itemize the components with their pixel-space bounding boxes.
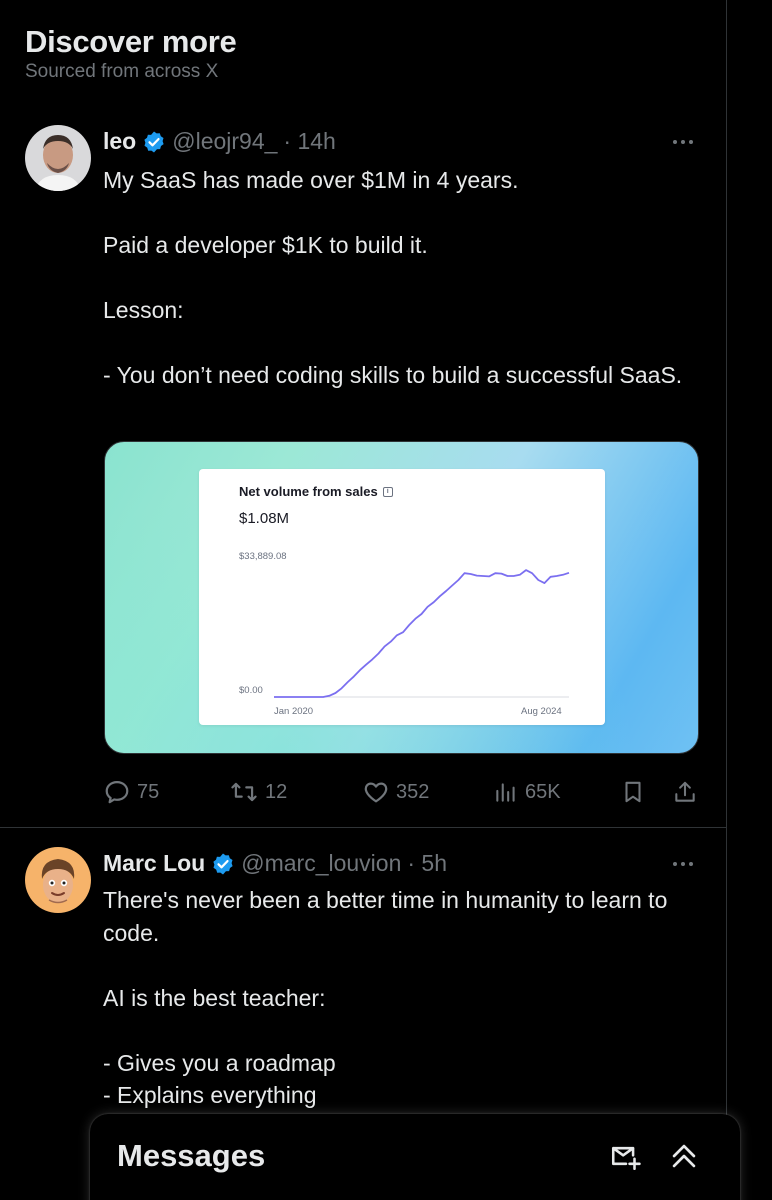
tweet-divider [0,827,727,828]
repost-icon [231,782,257,802]
heart-icon [364,782,388,803]
share-icon [675,781,695,802]
views-chart-icon [496,783,515,802]
sales-line-chart [274,569,570,698]
tweet-actions: 75 12 352 65K [103,776,699,808]
cartoon-avatar [25,847,91,913]
repost-button[interactable]: 12 [229,776,287,808]
verified-badge-icon[interactable] [142,130,166,154]
sales-chart-card: Net volume from sales i $1.08M $33,889.0… [199,469,605,725]
tweet-time[interactable]: · 14h [283,128,335,155]
messages-drawer[interactable]: Messages [90,1114,740,1200]
tweet-header: leo @leojr94_ · 14h [103,128,336,155]
section-subtitle: Sourced from across X [25,61,219,82]
section-title: Discover more [25,24,237,59]
profile-photo-man [25,125,91,191]
avatar[interactable] [25,125,91,191]
timeline-column: Discover more Sourced from across X leo … [0,0,727,1200]
like-button[interactable]: 352 [362,776,429,808]
tweet-text: My SaaS has made over $1M in 4 years. Pa… [103,167,683,388]
more-options-icon[interactable] [669,854,697,874]
tweet-time[interactable]: · 5h [407,850,447,877]
discover-header: Discover more Sourced from across X [25,24,237,83]
reply-icon [105,780,129,804]
views-count: 65K [525,780,561,803]
author-name[interactable]: leo [103,128,136,155]
tweet-media-image[interactable]: Net volume from sales i $1.08M $33,889.0… [104,441,699,754]
messages-title[interactable]: Messages [117,1138,265,1174]
double-chevron-up-icon[interactable] [666,1138,702,1174]
author-handle[interactable]: @marc_louvion [241,850,401,877]
tweet-text: There's never been a better time in huma… [103,887,668,1108]
bookmark-icon [625,781,641,803]
share-button[interactable] [672,776,698,808]
views-button[interactable]: 65K [493,776,561,808]
more-options-icon[interactable] [669,132,697,152]
right-rail [727,0,772,1200]
author-handle[interactable]: @leojr94_ [172,128,277,155]
repost-count: 12 [265,780,288,803]
new-message-icon[interactable] [608,1138,644,1174]
reply-count: 75 [137,780,160,803]
avatar[interactable] [25,847,91,913]
reply-button[interactable]: 75 [103,776,159,808]
author-name[interactable]: Marc Lou [103,850,205,877]
bookmark-button[interactable] [620,776,646,808]
like-count: 352 [396,780,430,803]
verified-badge-icon[interactable] [211,852,235,876]
tweet-header: Marc Lou @marc_louvion · 5h [103,850,447,877]
series-line [274,569,570,698]
